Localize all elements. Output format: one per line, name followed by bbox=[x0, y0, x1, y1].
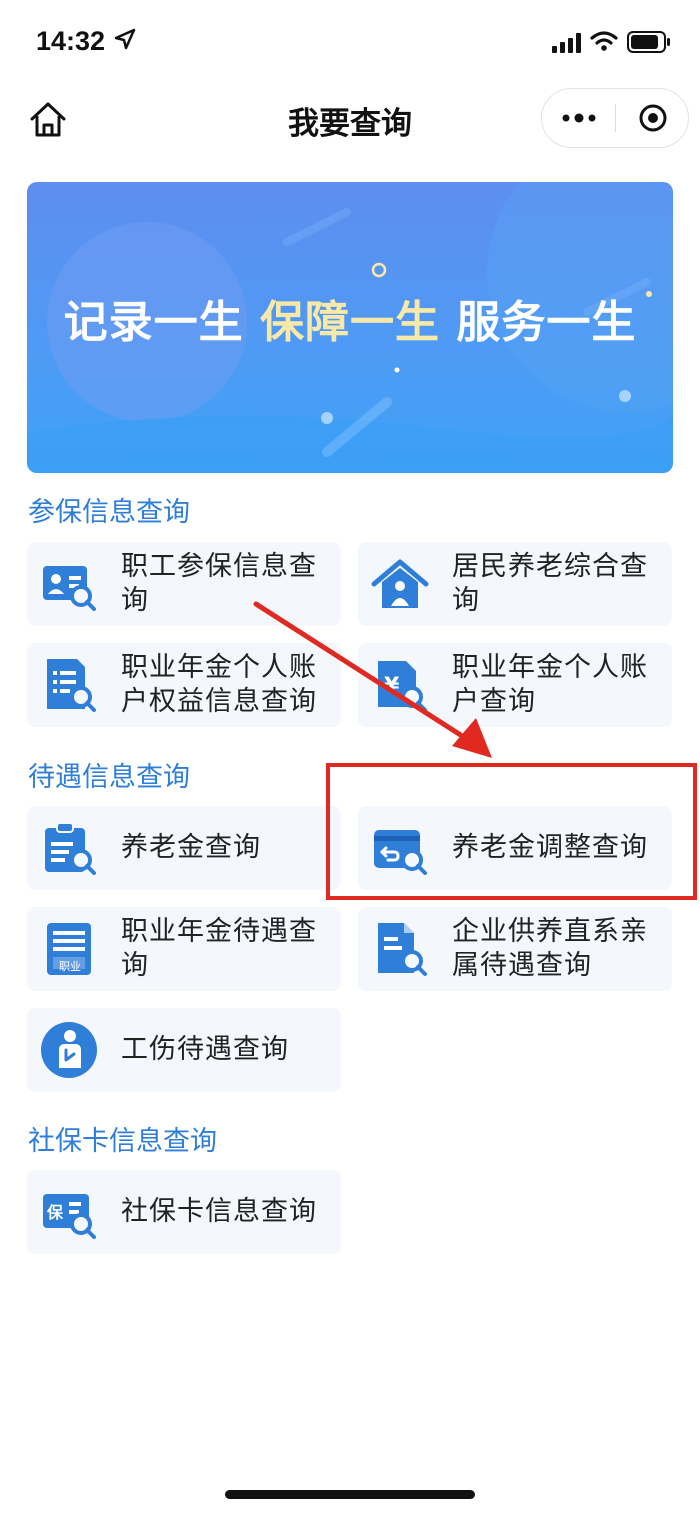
card-label: 养老金查询 bbox=[121, 832, 261, 863]
house-person-icon bbox=[370, 554, 430, 614]
nav-bar: 我要查询 bbox=[0, 84, 700, 154]
card-occupational-annuity-benefit-query[interactable]: 职业 职业年金待遇查询 bbox=[27, 907, 341, 991]
section-title-social-security-card: 社保卡信息查询 bbox=[28, 1126, 217, 1157]
id-card-search-icon bbox=[39, 554, 99, 614]
card-employee-insurance-query[interactable]: 职工参保信息查询 bbox=[27, 542, 341, 626]
section-title-insurance-info: 参保信息查询 bbox=[28, 497, 190, 528]
more-dots-icon[interactable] bbox=[542, 89, 616, 147]
status-time: 14:32 bbox=[36, 26, 106, 56]
home-indicator[interactable] bbox=[225, 1490, 475, 1499]
card-label: 工伤待遇查询 bbox=[121, 1034, 289, 1065]
card-enterprise-dependents-benefit-query[interactable]: 企业供养直系亲属待遇查询 bbox=[358, 907, 672, 991]
card-label: 企业供养直系亲属待遇查询 bbox=[452, 916, 648, 981]
slogan-part3: 服务一生 bbox=[456, 297, 637, 348]
location-arrow-icon bbox=[114, 28, 136, 54]
battery-icon bbox=[627, 31, 671, 57]
card-resident-pension-query[interactable]: 居民养老综合查询 bbox=[358, 542, 672, 626]
card-occupational-annuity-rights-query[interactable]: 职业年金个人账户权益信息查询 bbox=[27, 643, 341, 727]
banner-slogan: 记录一生 保障一生 服务一生 bbox=[27, 286, 673, 350]
card-occupational-annuity-account-query[interactable]: ¥ 职业年金个人账户查询 bbox=[358, 643, 672, 727]
card-label: 职工参保信息查询 bbox=[121, 551, 317, 616]
mini-program-capsule bbox=[541, 88, 689, 148]
slogan-part2: 保障一生 bbox=[260, 297, 440, 348]
card-label: 居民养老综合查询 bbox=[452, 551, 648, 616]
banner[interactable]: 记录一生 保障一生 服务一生 bbox=[27, 182, 673, 473]
card-work-injury-benefit-query[interactable]: 工伤待遇查询 bbox=[27, 1008, 341, 1092]
occupation-icon-text: 职业 bbox=[59, 960, 81, 973]
card-label: 职业年金待遇查询 bbox=[121, 916, 317, 981]
occupation-document-icon: 职业 bbox=[39, 919, 99, 979]
card-label: 职业年金个人账户查询 bbox=[452, 652, 648, 717]
insurance-card-search-icon: 保 bbox=[39, 1182, 99, 1242]
target-close-icon[interactable] bbox=[616, 89, 690, 147]
insurance-card-icon-text: 保 bbox=[47, 1203, 64, 1222]
cellular-signal-icon bbox=[552, 33, 582, 57]
status-bar: 14:32 bbox=[0, 0, 700, 80]
card-social-security-card-query[interactable]: 保 社保卡信息查询 bbox=[27, 1170, 341, 1254]
clipboard-search-icon bbox=[39, 818, 99, 878]
annotation-highlight-box bbox=[326, 763, 697, 900]
file-search-icon bbox=[370, 919, 430, 979]
card-pension-query[interactable]: 养老金查询 bbox=[27, 806, 341, 890]
slogan-part1: 记录一生 bbox=[63, 297, 244, 348]
section-title-benefit-info: 待遇信息查询 bbox=[28, 762, 190, 793]
injured-person-icon bbox=[39, 1020, 99, 1080]
svg-text:¥: ¥ bbox=[384, 674, 400, 699]
document-list-search-icon bbox=[39, 655, 99, 715]
card-label: 职业年金个人账户权益信息查询 bbox=[121, 652, 317, 717]
yuan-document-search-icon: ¥ bbox=[370, 655, 430, 715]
card-label: 社保卡信息查询 bbox=[121, 1196, 317, 1227]
wifi-icon bbox=[590, 30, 618, 56]
